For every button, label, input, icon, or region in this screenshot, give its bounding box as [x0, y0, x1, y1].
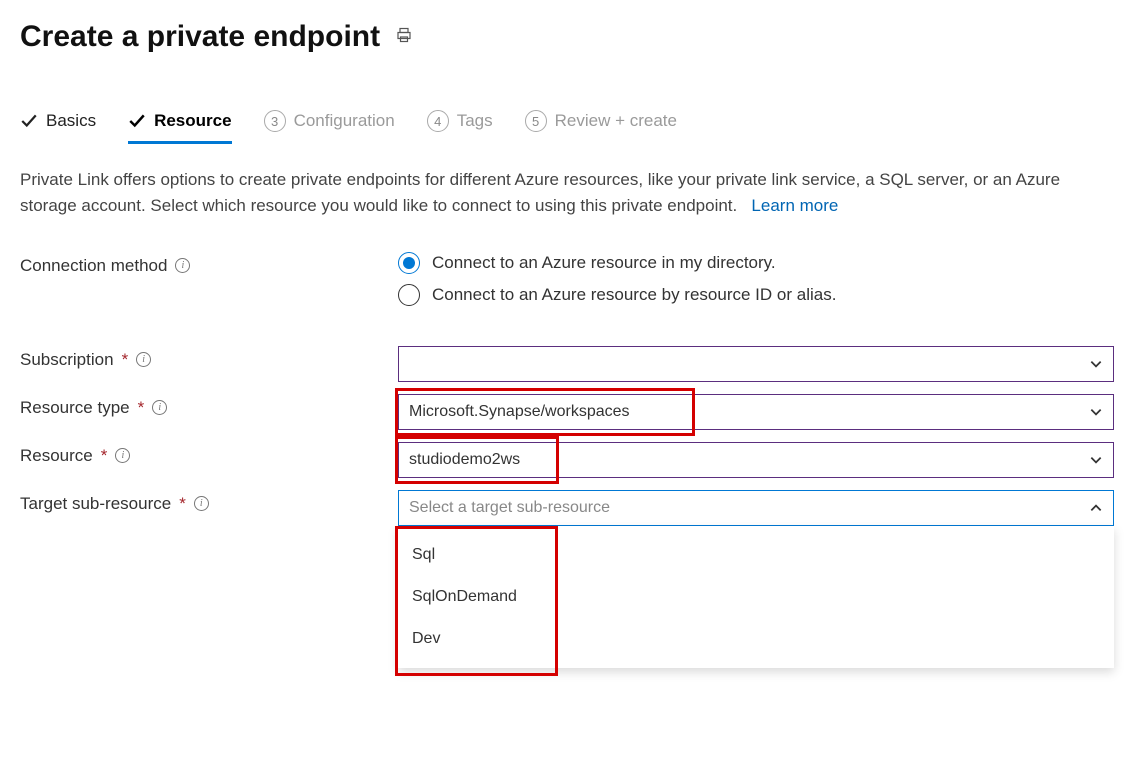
chevron-down-icon	[1089, 453, 1103, 467]
dropdown-option-sql[interactable]: Sql	[398, 534, 1114, 576]
required-indicator: *	[101, 446, 108, 466]
tab-label: Review + create	[555, 111, 677, 131]
radio-label: Connect to an Azure resource by resource…	[432, 285, 836, 305]
check-icon	[20, 112, 38, 130]
resource-type-select[interactable]: Microsoft.Synapse/workspaces	[398, 394, 1114, 430]
tab-resource[interactable]: Resource	[128, 111, 231, 144]
tab-label: Resource	[154, 111, 231, 131]
wizard-tabs: Basics Resource 3 Configuration 4 Tags 5…	[20, 110, 1114, 145]
select-value: Microsoft.Synapse/workspaces	[409, 403, 630, 421]
tab-tags[interactable]: 4 Tags	[427, 110, 493, 145]
page-title: Create a private endpoint	[20, 20, 380, 54]
tab-basics[interactable]: Basics	[20, 111, 96, 144]
chevron-up-icon	[1089, 501, 1103, 515]
subscription-label: Subscription	[20, 350, 114, 370]
info-icon[interactable]: i	[136, 352, 151, 367]
connection-method-radiogroup: Connect to an Azure resource in my direc…	[398, 252, 1114, 306]
chevron-down-icon	[1089, 405, 1103, 419]
required-indicator: *	[138, 398, 145, 418]
connection-method-label: Connection method	[20, 256, 167, 276]
info-icon[interactable]: i	[152, 400, 167, 415]
info-icon[interactable]: i	[194, 496, 209, 511]
target-sub-resource-label: Target sub-resource	[20, 494, 171, 514]
check-icon	[128, 112, 146, 130]
info-icon[interactable]: i	[175, 258, 190, 273]
target-sub-resource-dropdown: Sql SqlOnDemand Dev	[398, 526, 1114, 668]
required-indicator: *	[122, 350, 129, 370]
tab-review-create[interactable]: 5 Review + create	[525, 110, 677, 145]
radio-label: Connect to an Azure resource in my direc…	[432, 253, 776, 273]
connection-method-opt2[interactable]: Connect to an Azure resource by resource…	[398, 284, 1114, 306]
info-icon[interactable]: i	[115, 448, 130, 463]
step-number: 5	[525, 110, 547, 132]
dropdown-option-dev[interactable]: Dev	[398, 618, 1114, 660]
tab-label: Configuration	[294, 111, 395, 131]
resource-select[interactable]: studiodemo2ws	[398, 442, 1114, 478]
radio-icon	[398, 252, 420, 274]
tab-label: Tags	[457, 111, 493, 131]
tab-description: Private Link offers options to create pr…	[20, 167, 1110, 220]
dropdown-option-sqlondemand[interactable]: SqlOnDemand	[398, 576, 1114, 618]
learn-more-link[interactable]: Learn more	[751, 196, 838, 215]
description-text: Private Link offers options to create pr…	[20, 170, 1060, 215]
connection-method-opt1[interactable]: Connect to an Azure resource in my direc…	[398, 252, 1114, 274]
print-icon[interactable]	[396, 27, 412, 48]
tab-configuration[interactable]: 3 Configuration	[264, 110, 395, 145]
subscription-select[interactable]	[398, 346, 1114, 382]
select-placeholder: Select a target sub-resource	[409, 499, 610, 517]
resource-label: Resource	[20, 446, 93, 466]
tab-label: Basics	[46, 111, 96, 131]
required-indicator: *	[179, 494, 186, 514]
select-value: studiodemo2ws	[409, 451, 520, 469]
resource-type-label: Resource type	[20, 398, 130, 418]
target-sub-resource-select[interactable]: Select a target sub-resource	[398, 490, 1114, 526]
step-number: 4	[427, 110, 449, 132]
radio-icon	[398, 284, 420, 306]
chevron-down-icon	[1089, 357, 1103, 371]
step-number: 3	[264, 110, 286, 132]
